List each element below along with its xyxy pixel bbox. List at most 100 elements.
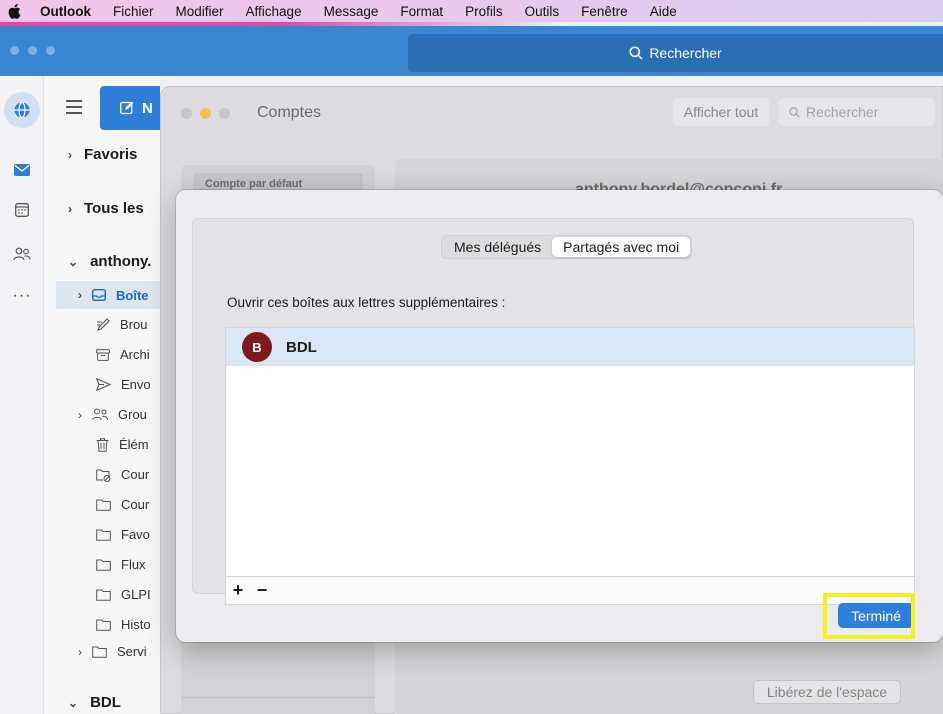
more-apps-icon[interactable]: ··· xyxy=(10,284,34,308)
menu-aide[interactable]: Aide xyxy=(650,4,677,19)
folder-pane: N › Favoris › Tous les ⌄ anthony. › Boît… xyxy=(44,76,160,714)
delegates-tabs: Mes délégués Partagés avec moi xyxy=(441,235,693,259)
folder-item[interactable]: Favo xyxy=(96,527,150,542)
accounts-window-controls xyxy=(181,108,230,119)
app-rail: ··· xyxy=(0,76,44,714)
folder-sent[interactable]: Envo xyxy=(96,377,151,392)
window-controls xyxy=(10,46,55,55)
search-icon xyxy=(789,106,800,118)
folder-label: Flux xyxy=(121,557,146,572)
menu-bar: Outlook Fichier Modifier Affichage Messa… xyxy=(0,0,943,22)
trash-icon xyxy=(96,437,109,452)
folder-groups[interactable]: › Grou xyxy=(78,407,147,422)
folder-label: Élém xyxy=(119,437,149,452)
minimize-window-button[interactable] xyxy=(28,46,37,55)
drafts-icon xyxy=(97,317,110,331)
folder-label: GLPI xyxy=(121,587,151,602)
junk-icon xyxy=(96,469,111,482)
new-message-button[interactable]: N xyxy=(100,86,160,130)
folder-label: Cour xyxy=(121,467,150,482)
window-titlebar: Rechercher xyxy=(0,26,943,76)
bdl-section[interactable]: ⌄ BDL xyxy=(68,694,121,711)
chevron-right-icon: › xyxy=(68,147,72,162)
menu-modifier[interactable]: Modifier xyxy=(176,4,224,19)
delegates-sheet: Mes délégués Partagés avec moi Ouvrir ce… xyxy=(176,190,943,642)
mail-icon[interactable] xyxy=(10,158,34,182)
folder-drafts[interactable]: Brou xyxy=(96,317,147,332)
folder-archive[interactable]: Archi xyxy=(96,347,150,362)
account-label: anthony. xyxy=(90,253,152,270)
zoom-button[interactable] xyxy=(219,108,230,119)
menu-affichage[interactable]: Affichage xyxy=(246,4,302,19)
new-message-label: N xyxy=(142,99,153,117)
show-all-button[interactable]: Afficher tout xyxy=(673,98,769,126)
all-accounts-section[interactable]: › Tous les xyxy=(68,200,144,217)
folder-label: Favo xyxy=(121,527,150,542)
account-section[interactable]: ⌄ anthony. xyxy=(68,253,151,270)
folder-inbox[interactable]: › Boîte xyxy=(56,281,160,309)
people-icon[interactable] xyxy=(10,242,34,266)
mailbox-name: BDL xyxy=(286,338,317,356)
menu-outils[interactable]: Outils xyxy=(525,4,560,19)
menu-format[interactable]: Format xyxy=(400,4,443,19)
bdl-label: BDL xyxy=(90,694,121,711)
accounts-list-buttons[interactable] xyxy=(181,697,375,714)
open-mailboxes-label: Ouvrir ces boîtes aux lettres supplément… xyxy=(227,295,506,310)
menu-message[interactable]: Message xyxy=(324,4,379,19)
folder-deleted[interactable]: Élém xyxy=(96,437,149,452)
globe-icon[interactable] xyxy=(4,92,40,128)
search-bar[interactable]: Rechercher xyxy=(408,34,943,72)
folder-label: Cour xyxy=(121,497,150,512)
folder-item[interactable]: Histo xyxy=(96,617,151,632)
folder-junk[interactable]: Cour xyxy=(96,467,149,482)
accounts-search-input[interactable]: Rechercher xyxy=(779,98,935,126)
tab-my-delegates[interactable]: Mes délégués xyxy=(443,237,552,257)
folder-icon xyxy=(96,499,111,511)
free-space-button[interactable]: Libérez de l'espace xyxy=(753,680,901,704)
zoom-window-button[interactable] xyxy=(46,46,55,55)
folder-item[interactable]: Flux xyxy=(96,557,146,572)
close-button[interactable] xyxy=(181,108,192,119)
chevron-right-icon: › xyxy=(78,644,82,659)
folder-item[interactable]: Cour xyxy=(96,497,149,512)
minimize-button[interactable] xyxy=(200,108,211,119)
folder-icon xyxy=(96,619,111,631)
menu-fichier[interactable]: Fichier xyxy=(113,4,154,19)
shared-mailboxes-list: B BDL + − xyxy=(225,327,915,605)
remove-mailbox-button[interactable]: − xyxy=(250,577,274,605)
folder-label: Grou xyxy=(118,407,147,422)
search-icon xyxy=(629,46,643,60)
sent-icon xyxy=(96,378,111,391)
favorites-label: Favoris xyxy=(84,146,138,163)
menu-toggle-icon[interactable] xyxy=(66,100,82,118)
done-button[interactable]: Terminé xyxy=(838,603,914,628)
tab-shared-with-me[interactable]: Partagés avec moi xyxy=(552,237,691,257)
list-footer: + − xyxy=(226,576,914,604)
folder-item[interactable]: GLPI xyxy=(96,587,151,602)
delegates-panel: Mes délégués Partagés avec moi Ouvrir ce… xyxy=(192,218,915,605)
folder-icon xyxy=(92,646,107,658)
groups-icon xyxy=(92,408,108,421)
folder-label: Histo xyxy=(121,617,151,632)
folder-label: Boîte xyxy=(116,287,149,303)
compose-icon xyxy=(120,101,134,115)
close-window-button[interactable] xyxy=(10,46,19,55)
archive-icon xyxy=(96,348,110,361)
chevron-down-icon: ⌄ xyxy=(68,254,79,269)
add-mailbox-button[interactable]: + xyxy=(226,577,250,605)
folder-icon xyxy=(96,589,111,601)
calendar-icon[interactable] xyxy=(10,198,34,222)
folder-icon xyxy=(96,529,111,541)
folder-label: Brou xyxy=(120,317,148,332)
menu-outlook[interactable]: Outlook xyxy=(40,4,91,19)
favorites-section[interactable]: › Favoris xyxy=(68,146,137,163)
list-item[interactable]: B BDL xyxy=(226,328,914,366)
folder-label: Archi xyxy=(120,347,150,362)
folder-item[interactable]: › Servi xyxy=(78,644,147,659)
menu-fenetre[interactable]: Fenêtre xyxy=(581,4,628,19)
chevron-right-icon: › xyxy=(78,288,82,302)
accounts-search-placeholder: Rechercher xyxy=(806,104,879,120)
apple-icon[interactable] xyxy=(8,3,22,19)
avatar: B xyxy=(242,332,272,362)
menu-profils[interactable]: Profils xyxy=(465,4,503,19)
